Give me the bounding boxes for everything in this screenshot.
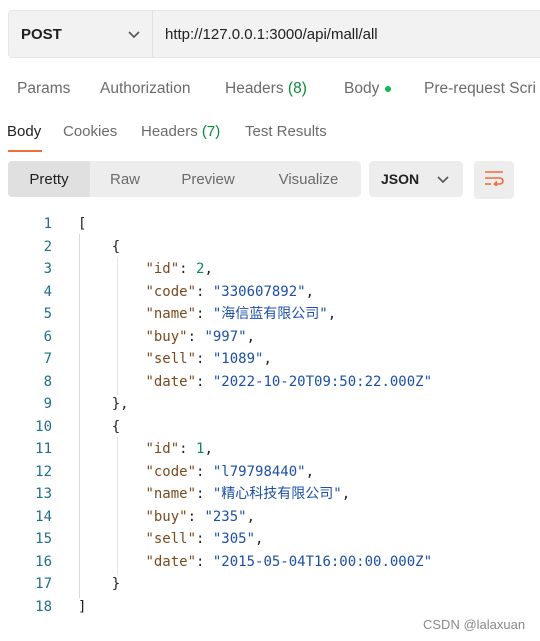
line-number: 10 <box>35 418 52 435</box>
line-number: 1 <box>43 216 52 232</box>
response-tab-headers[interactable]: Headers (7) <box>141 123 220 140</box>
line-number: 14 <box>35 508 52 525</box>
line-number: 6 <box>43 328 52 345</box>
line-number: 13 <box>35 486 52 502</box>
code-line: 1[ <box>0 213 540 236</box>
code-text: "date": "2022-10-20T09:50:22.000Z" <box>145 373 433 390</box>
code-text: }, <box>111 396 129 412</box>
response-tab-test-results[interactable]: Test Results <box>245 123 327 140</box>
request-tabs: Params Authorization Headers (8) Body Pr… <box>0 72 540 106</box>
code-text: "name": "海信蓝有限公司", <box>145 306 337 322</box>
response-tab-body[interactable]: Body <box>7 123 41 140</box>
tab-prerequest-script[interactable]: Pre-request Scri <box>424 80 536 98</box>
code-line: 11 "id": 1, <box>0 438 540 461</box>
code-line: 18] <box>0 596 540 619</box>
view-raw-button[interactable]: Raw <box>90 161 160 197</box>
code-line: 5 "name": "海信蓝有限公司", <box>0 303 540 326</box>
chevron-down-icon <box>437 171 449 187</box>
tab-params[interactable]: Params <box>17 80 70 98</box>
headers-count: (8) <box>287 80 307 97</box>
line-number: 5 <box>43 306 52 322</box>
response-tab-cookies[interactable]: Cookies <box>63 123 117 140</box>
code-text: "buy": "997", <box>145 328 256 345</box>
response-headers-count: (7) <box>201 123 221 140</box>
line-number: 9 <box>43 396 52 412</box>
line-number: 2 <box>43 238 52 255</box>
line-number: 4 <box>43 283 52 300</box>
tab-headers[interactable]: Headers (8) <box>225 80 307 98</box>
line-number: 3 <box>43 261 52 277</box>
code-text: "code": "l79798440", <box>145 463 315 480</box>
response-tabs: Body Cookies Headers (7) Test Results <box>0 116 540 152</box>
view-visualize-button[interactable]: Visualize <box>256 161 361 197</box>
code-line: 10 { <box>0 416 540 439</box>
code-line: 9 }, <box>0 393 540 416</box>
view-preview-button[interactable]: Preview <box>160 161 256 197</box>
code-line: 7 "sell": "1089", <box>0 348 540 371</box>
code-line: 13 "name": "精心科技有限公司", <box>0 483 540 506</box>
response-tab-headers-label: Headers <box>141 123 198 140</box>
line-number: 12 <box>35 463 52 480</box>
chevron-down-icon <box>128 26 140 42</box>
code-text: "code": "330607892", <box>145 283 315 300</box>
line-number: 11 <box>35 441 52 457</box>
url-input[interactable]: http://127.0.0.1:3000/api/mall/all <box>153 11 540 57</box>
format-select[interactable]: JSON <box>369 161 463 197</box>
tab-authorization[interactable]: Authorization <box>100 80 190 98</box>
code-text: "id": 1, <box>145 441 213 457</box>
code-line: 3 "id": 2, <box>0 258 540 281</box>
code-line: 4 "code": "330607892", <box>0 281 540 304</box>
body-indicator-dot <box>385 85 392 92</box>
code-text: "id": 2, <box>145 261 213 277</box>
view-mode-group: Pretty Raw Preview Visualize <box>8 161 361 197</box>
tab-headers-label: Headers <box>225 80 284 97</box>
tab-body-label: Body <box>344 80 380 97</box>
code-text: "date": "2015-05-04T16:00:00.000Z" <box>145 553 433 570</box>
wrap-lines-button[interactable] <box>474 161 514 199</box>
code-line: 12 "code": "l79798440", <box>0 461 540 484</box>
code-text: "buy": "235", <box>145 508 256 525</box>
line-number: 18 <box>35 598 52 615</box>
code-text: } <box>111 576 121 592</box>
code-text: { <box>111 238 121 255</box>
code-text: "sell": "1089", <box>145 351 272 367</box>
watermark: CSDN @lalaxuan <box>423 617 526 632</box>
format-label: JSON <box>381 171 420 187</box>
active-tab-underline <box>8 150 42 152</box>
code-line: 2 { <box>0 236 540 259</box>
code-line: 15 "sell": "305", <box>0 528 540 551</box>
code-text: [ <box>78 216 87 232</box>
tab-body[interactable]: Body <box>344 80 392 98</box>
code-text: "sell": "305", <box>145 531 264 547</box>
view-pretty-button[interactable]: Pretty <box>8 161 90 197</box>
code-line: 8 "date": "2022-10-20T09:50:22.000Z" <box>0 371 540 394</box>
wrap-lines-icon <box>484 170 504 191</box>
method-select[interactable]: POST <box>9 11 153 57</box>
line-number: 15 <box>35 531 52 547</box>
code-line: 17 } <box>0 573 540 596</box>
code-line: 14 "buy": "235", <box>0 506 540 529</box>
line-number: 17 <box>35 576 52 592</box>
code-line: 6 "buy": "997", <box>0 326 540 349</box>
code-line: 16 "date": "2015-05-04T16:00:00.000Z" <box>0 551 540 574</box>
method-label: POST <box>21 25 62 43</box>
code-text: ] <box>78 598 87 615</box>
code-text: { <box>111 418 121 435</box>
line-number: 8 <box>43 373 52 390</box>
request-bar: POST http://127.0.0.1:3000/api/mall/all <box>8 10 540 58</box>
line-number: 16 <box>35 553 52 570</box>
code-text: "name": "精心科技有限公司", <box>145 486 351 502</box>
line-number: 7 <box>43 351 52 367</box>
response-body-code[interactable]: 1[2 {3 "id": 2, 4 "code": "330607892", 5 "… <box>0 213 540 618</box>
